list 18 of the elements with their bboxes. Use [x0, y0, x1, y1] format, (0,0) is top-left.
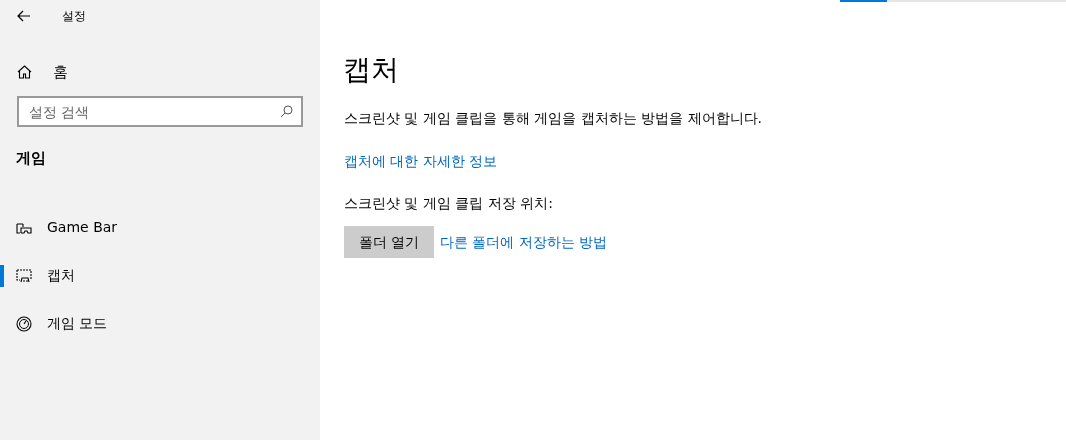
- description-text: 스크린샷 및 게임 클립을 통해 게임을 캡처하는 방법을 제어합니다.: [344, 109, 764, 128]
- info-link[interactable]: 캡처에 대한 자세한 정보: [344, 151, 498, 172]
- home-icon: [17, 65, 32, 79]
- search-icon: [280, 105, 293, 118]
- section-heading: 게임: [16, 148, 47, 169]
- nav-item[interactable]: 게임 모드: [47, 313, 108, 334]
- open-folder-button[interactable]: 폴더 열기: [344, 226, 434, 258]
- nav-item[interactable]: Game Bar: [47, 217, 118, 238]
- screen-capture-icon: [16, 268, 32, 283]
- search-field[interactable]: 설정 검색: [17, 96, 303, 127]
- location-label: 스크린샷 및 게임 클립 저장 위치:: [344, 194, 554, 213]
- nav-item[interactable]: 캡처: [47, 265, 75, 286]
- home-nav-item[interactable]: 홈: [0, 60, 320, 84]
- back-icon[interactable]: [17, 10, 31, 22]
- page-title: 캡처: [343, 52, 400, 88]
- speedometer-icon: [16, 315, 32, 332]
- save-location-link[interactable]: 다른 폴더에 저장하는 방법: [440, 231, 608, 253]
- window-title: 설정: [62, 8, 86, 25]
